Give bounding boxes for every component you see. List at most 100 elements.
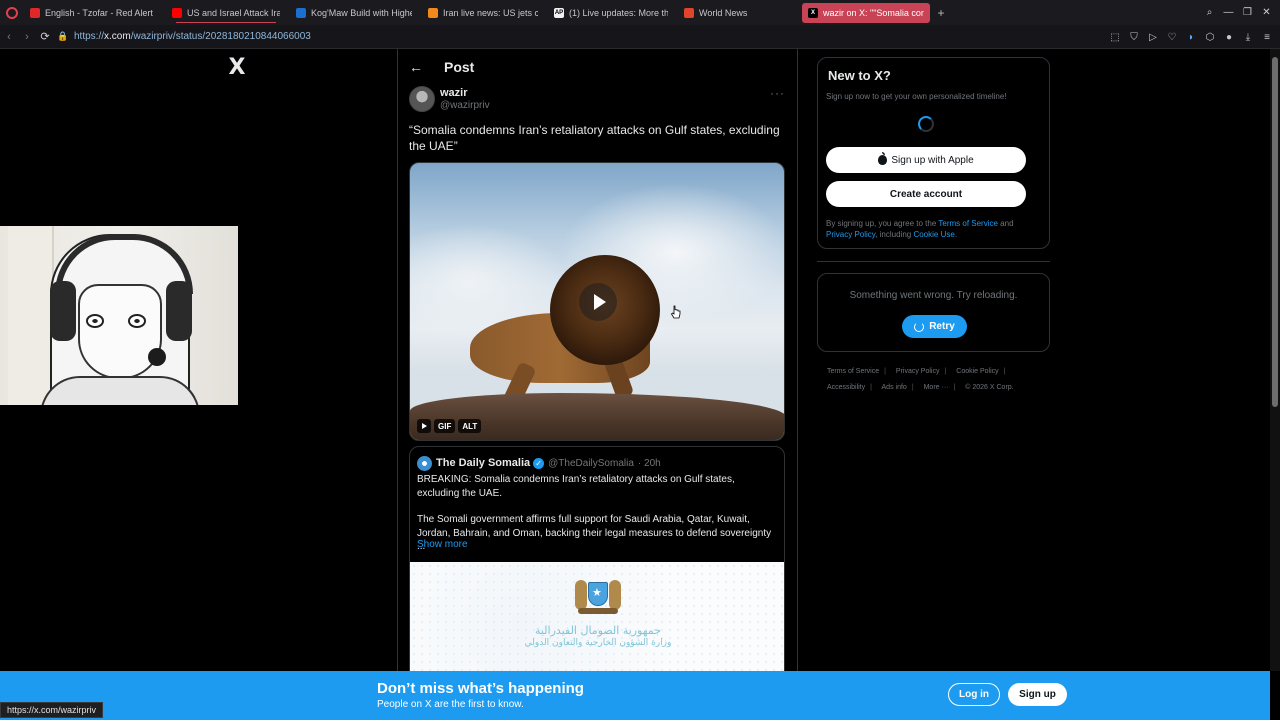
signup-with-apple-button[interactable]: Sign up with Apple (826, 147, 1026, 173)
quoted-author-name: The Daily Somalia (436, 457, 531, 469)
x-logo-icon[interactable]: X (227, 55, 247, 80)
quoted-author-handle: @TheDailySomalia (548, 457, 634, 469)
footer-accessibility-link[interactable]: Accessibility (827, 384, 865, 391)
send-icon[interactable]: ▷ (1146, 30, 1160, 44)
tab-title: (1) Live updates: More than (569, 7, 668, 18)
browser-tab[interactable]: Kog'Maw Build with Highest Win Rate (290, 3, 418, 23)
back-arrow-icon[interactable]: ← (408, 59, 424, 75)
opera-menu-icon[interactable] (0, 0, 24, 25)
terms-text: . (954, 230, 958, 239)
quoted-paragraph: The Somali government affirms full suppo… (417, 514, 772, 552)
post-media-gif[interactable]: GIF ALT (409, 162, 785, 441)
restore-icon[interactable]: ❐ (1240, 5, 1255, 20)
heart-icon[interactable]: ♡ (1165, 30, 1179, 44)
quoted-post-text: BREAKING: Somalia condemns Iran’s retali… (417, 473, 779, 567)
footer-cookie-link[interactable]: Cookie Policy (956, 368, 998, 375)
download-icon[interactable]: ⤓ (1241, 30, 1255, 44)
quoted-post-time: · 20h (637, 457, 661, 469)
post-author: wazir @wazirpriv ··· (409, 86, 789, 114)
media-badges: GIF ALT (417, 419, 482, 433)
tab-title: World News (699, 7, 748, 18)
lock-icon[interactable]: 🔒 (54, 31, 72, 42)
footer-more-link[interactable]: More ··· (924, 384, 949, 391)
new-to-x-card: New to X? Sign up now to get your own pe… (817, 57, 1050, 249)
forward-icon[interactable]: › (18, 27, 36, 47)
close-window-icon[interactable]: ✕ (1259, 5, 1274, 20)
author-name[interactable]: wazir (440, 87, 468, 99)
search-tabs-icon[interactable]: ⌕ (1202, 5, 1217, 20)
scrollbar-thumb[interactable] (1272, 57, 1278, 407)
footer-privacy-link[interactable]: Privacy Policy (896, 368, 940, 375)
aria-icon[interactable]: ◗ (1184, 30, 1198, 44)
somalia-coat-of-arms-icon: ★ (573, 574, 623, 618)
loading-spinner-icon (918, 116, 934, 132)
reload-icon[interactable]: ⟳ (36, 27, 54, 47)
terms-text: and (997, 219, 1014, 228)
more-options-icon[interactable]: ··· (770, 86, 785, 100)
retry-button[interactable]: Retry (902, 315, 967, 338)
show-more-link[interactable]: Show more (417, 539, 468, 550)
browser-tab[interactable]: World News (678, 3, 798, 23)
terms-text: By signing up, you agree to the (826, 219, 939, 228)
browser-tab[interactable]: US and Israel Attack Iran (166, 3, 286, 23)
apple-icon (878, 152, 888, 165)
privacy-policy-link[interactable]: Privacy Policy (826, 230, 875, 239)
footer-ads-link[interactable]: Ads info (882, 384, 907, 391)
snapshot-icon[interactable]: ⬚ (1108, 30, 1122, 44)
play-icon[interactable] (579, 283, 617, 321)
tab-favicon-icon (30, 7, 40, 18)
signup-terms: By signing up, you agree to the Terms of… (826, 218, 1041, 240)
alt-badge[interactable]: ALT (458, 419, 482, 433)
browser-tab[interactable]: AP (1) Live updates: More than (548, 3, 674, 23)
signup-banner: Don’t miss what’s happening People on X … (0, 671, 1270, 720)
browser-tab[interactable]: Iran live news: US jets crash (422, 3, 544, 23)
extensions-icon[interactable]: ⬡ (1203, 30, 1217, 44)
gif-badge: GIF (434, 419, 456, 433)
tab-title: Iran live news: US jets crash (443, 7, 538, 18)
url-domain: x.com (104, 31, 131, 42)
terms-text: , including (875, 230, 914, 239)
address-bar-row: ‹ › ⟳ 🔒 https://x.com/wazirpriv/status/2… (0, 25, 1280, 49)
apple-button-label: Sign up with Apple (891, 154, 974, 166)
tab-favicon-icon (684, 7, 694, 18)
minimize-icon[interactable]: — (1221, 5, 1236, 20)
shield-icon[interactable]: ⛉ (1127, 30, 1141, 44)
browser-tab[interactable]: English - Tzofar - Red Alert (24, 3, 162, 23)
tab-title: US and Israel Attack Iran (187, 7, 280, 18)
webcam-overlay (0, 226, 238, 405)
tab-favicon-icon: AP (554, 7, 564, 18)
create-account-button[interactable]: Create account (826, 181, 1026, 207)
post-header: ← Post (398, 49, 797, 85)
quoted-post[interactable]: The Daily Somalia ✓ @TheDailySomalia · 2… (409, 446, 785, 671)
author-handle[interactable]: @wazirpriv (440, 100, 490, 111)
browser-toolbar: ⬚ ⛉ ▷ ♡ ◗ ⬡ ● ⤓ ≡ (1108, 25, 1274, 49)
post-text: “Somalia condemns Iran’s retaliatory att… (409, 123, 780, 153)
footer-copyright: © 2026 X Corp. (965, 384, 1014, 391)
tab-strip: English - Tzofar - Red Alert US and Israe… (24, 2, 930, 23)
avatar[interactable] (409, 86, 435, 112)
tab-title: English - Tzofar - Red Alert (45, 7, 153, 18)
browser-tab[interactable]: Xwazir on X: ""Somalia condemns (802, 2, 930, 23)
menu-icon[interactable]: ≡ (1260, 30, 1274, 44)
divider (817, 261, 1050, 262)
profile-icon[interactable]: ● (1222, 30, 1236, 44)
url-field[interactable]: https://x.com/wazirpriv/status/202818021… (74, 31, 311, 42)
signup-button[interactable]: Sign up (1008, 683, 1067, 706)
verified-badge-icon: ✓ (533, 457, 545, 469)
tab-favicon-icon: X (808, 7, 818, 18)
quoted-avatar (417, 455, 432, 471)
link-status-bar: https://x.com/wazirpriv (0, 702, 104, 718)
login-button[interactable]: Log in (948, 683, 1000, 706)
tab-title: Kog'Maw Build with Highest Win Rate (311, 7, 412, 18)
terms-of-service-link[interactable]: Terms of Service (938, 219, 998, 228)
new-tab-icon[interactable]: + (934, 6, 948, 20)
gif-play-icon[interactable] (417, 419, 431, 433)
back-icon[interactable]: ‹ (0, 27, 18, 47)
refresh-icon (914, 321, 925, 332)
error-card: Something went wrong. Try reloading. Ret… (817, 273, 1050, 352)
page-scrollbar[interactable] (1270, 49, 1280, 671)
cookie-use-link[interactable]: Cookie Use (913, 230, 954, 239)
quoted-post-image[interactable]: ★ جمهورية الصومال الفيدرالية وزارة الشؤو… (410, 562, 784, 671)
footer-terms-link[interactable]: Terms of Service (827, 368, 879, 375)
browser-tab-bar: English - Tzofar - Red Alert US and Israe… (0, 0, 1280, 25)
